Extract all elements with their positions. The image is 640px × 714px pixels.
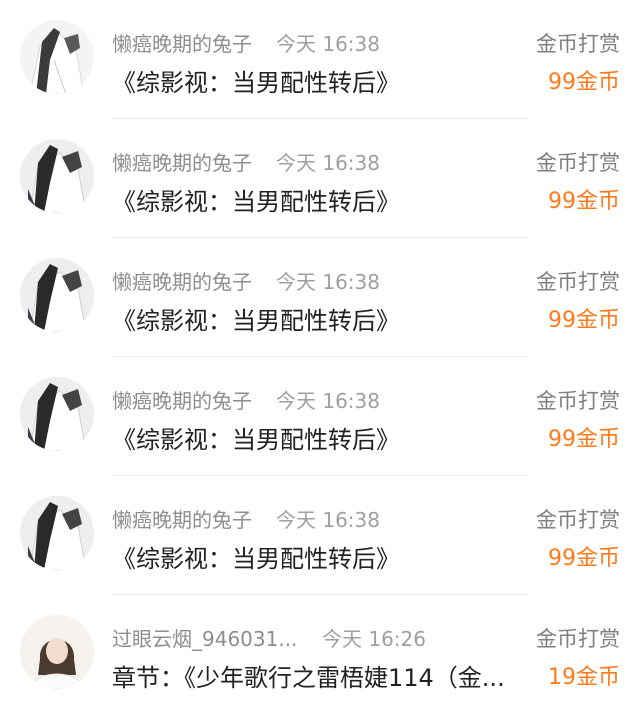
avatar[interactable] [20, 139, 94, 213]
avatar-girl-icon [20, 20, 94, 94]
avatar[interactable] [20, 496, 94, 570]
username[interactable]: 懒癌晚期的兔子 [112, 504, 252, 533]
reward-amount: 99金币 [548, 189, 620, 214]
reward-type: 金币打赏 [536, 508, 620, 532]
reward-type: 金币打赏 [536, 627, 620, 651]
list-item[interactable]: 懒癌晚期的兔子 今天 16:38 《综影视：当男配性转后》 金币打赏 99金币 [0, 357, 640, 476]
timestamp: 今天 16:38 [276, 389, 380, 413]
reward-type: 金币打赏 [536, 389, 620, 413]
reward-type: 金币打赏 [536, 32, 620, 56]
timestamp: 今天 16:38 [276, 32, 380, 56]
gift-record-list: 懒癌晚期的兔子 今天 16:38 《综影视：当男配性转后》 金币打赏 99金币 … [0, 0, 640, 714]
avatar-girl-icon [20, 377, 94, 451]
book-title[interactable]: 《综影视：当男配性转后》 [112, 182, 400, 217]
avatar[interactable] [20, 615, 94, 689]
username[interactable]: 懒癌晚期的兔子 [112, 266, 252, 295]
reward-amount: 99金币 [548, 546, 620, 571]
list-item[interactable]: 懒癌晚期的兔子 今天 16:38 《综影视：当男配性转后》 金币打赏 99金币 [0, 238, 640, 357]
avatar[interactable] [20, 377, 94, 451]
reward-type: 金币打赏 [536, 151, 620, 175]
username[interactable]: 懒癌晚期的兔子 [112, 385, 252, 414]
list-item[interactable]: 懒癌晚期的兔子 今天 16:38 《综影视：当男配性转后》 金币打赏 99金币 [0, 476, 640, 595]
username[interactable]: 过眼云烟_946031... [112, 623, 297, 652]
avatar[interactable] [20, 258, 94, 332]
avatar-girl-icon [20, 139, 94, 213]
book-title[interactable]: 《综影视：当男配性转后》 [112, 301, 400, 336]
chapter-title[interactable]: 章节：《少年歌行之雷梧婕114（金... [112, 658, 505, 693]
list-item[interactable]: 过眼云烟_946031... 今天 16:26 章节：《少年歌行之雷梧婕114（… [0, 595, 640, 714]
username[interactable]: 懒癌晚期的兔子 [112, 28, 252, 57]
avatar-girl-smiling-icon [20, 615, 94, 689]
reward-amount: 19金币 [548, 665, 620, 690]
book-title[interactable]: 《综影视：当男配性转后》 [112, 420, 400, 455]
reward-amount: 99金币 [548, 308, 620, 333]
reward-amount: 99金币 [548, 70, 620, 95]
avatar-girl-icon [20, 496, 94, 570]
avatar[interactable] [20, 20, 94, 94]
reward-type: 金币打赏 [536, 270, 620, 294]
timestamp: 今天 16:38 [276, 508, 380, 532]
book-title[interactable]: 《综影视：当男配性转后》 [112, 539, 400, 574]
timestamp: 今天 16:38 [276, 151, 380, 175]
book-title[interactable]: 《综影视：当男配性转后》 [112, 63, 400, 98]
username[interactable]: 懒癌晚期的兔子 [112, 147, 252, 176]
list-item[interactable]: 懒癌晚期的兔子 今天 16:38 《综影视：当男配性转后》 金币打赏 99金币 [0, 119, 640, 238]
avatar-girl-icon [20, 258, 94, 332]
list-item[interactable]: 懒癌晚期的兔子 今天 16:38 《综影视：当男配性转后》 金币打赏 99金币 [0, 0, 640, 119]
timestamp: 今天 16:38 [276, 270, 380, 294]
timestamp: 今天 16:26 [322, 627, 426, 651]
reward-amount: 99金币 [548, 427, 620, 452]
